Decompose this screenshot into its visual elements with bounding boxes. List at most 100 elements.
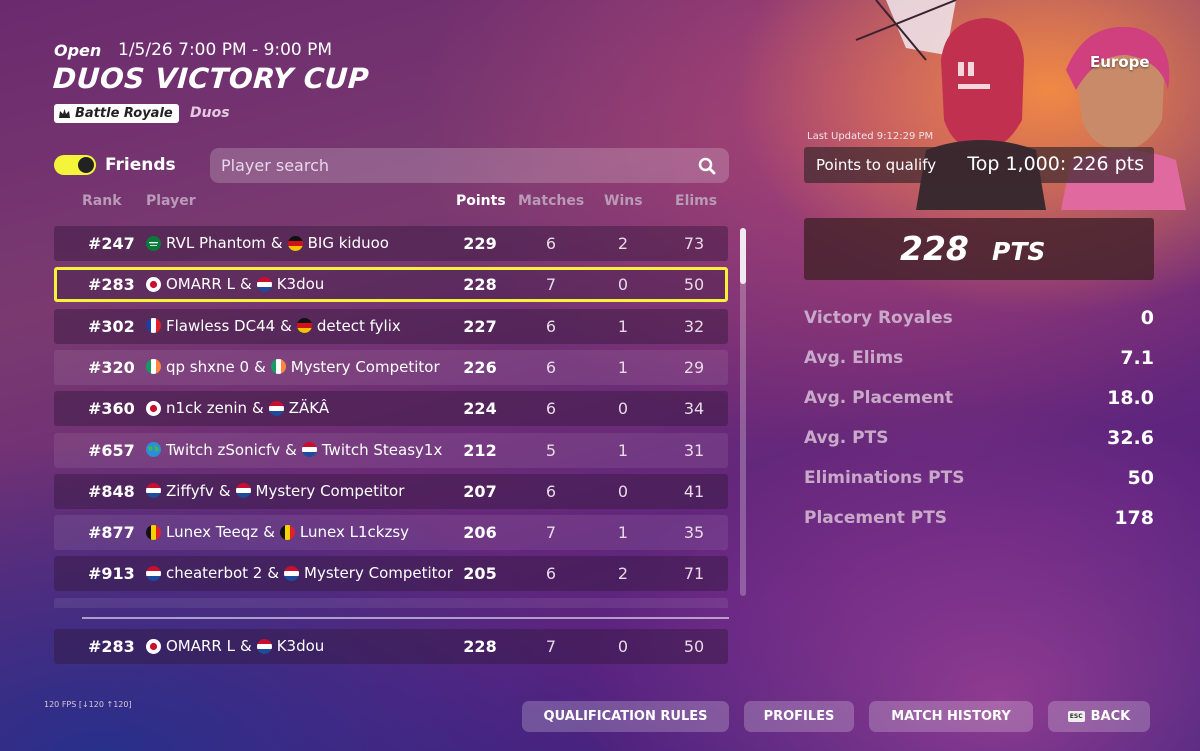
row-points: 205: [463, 564, 497, 584]
row-matches: 6: [545, 357, 557, 377]
profiles-button[interactable]: PROFILES: [744, 701, 854, 732]
flag-nl-icon: [146, 565, 161, 581]
row-wins: 0: [617, 275, 629, 295]
row-rank: #360: [88, 399, 135, 419]
leaderboard-list: #247 RVL Phantom & BIG kiduoo 229 6 2 73…: [54, 226, 729, 608]
flag-jp-icon: [146, 276, 161, 292]
row-players: n1ck zenin & ZÄKÂ: [146, 399, 329, 417]
ampersand: &: [267, 564, 280, 583]
flag-nl-icon: [146, 483, 161, 499]
stat-label: Placement PTS: [804, 508, 948, 528]
flag-sa-icon: [146, 235, 161, 251]
match-history-button[interactable]: MATCH HISTORY: [869, 701, 1033, 732]
player-one: cheaterbot 2: [166, 564, 263, 583]
search-icon[interactable]: [698, 157, 716, 175]
stat-label: Eliminations PTS: [804, 468, 965, 488]
player-two: ZÄKÂ: [288, 399, 330, 418]
flag-ie-icon: [270, 359, 286, 375]
leaderboard-row[interactable]: #302 Flawless DC44 & detect fylix 227 6 …: [54, 308, 728, 344]
row-wins: 1: [617, 523, 629, 543]
leaderboard-row-selected[interactable]: #283 OMARR L & K3dou 228 7 0 50: [54, 267, 728, 303]
leaderboard-row[interactable]: #360 n1ck zenin & ZÄKÂ 224 6 0 34: [54, 391, 728, 427]
row-players: qp shxne 0 & Mystery Competitor: [146, 358, 440, 376]
row-elims: 34: [683, 399, 705, 419]
ampersand: &: [280, 316, 292, 335]
player-two: Lunex L1ckzsy: [299, 523, 410, 542]
row-elims: 32: [683, 316, 705, 336]
row-matches: 7: [545, 523, 557, 543]
column-points: Points: [456, 193, 506, 209]
back-button[interactable]: ESC BACK: [1048, 701, 1150, 732]
leaderboard-row[interactable]: #848 Ziffyfv & Mystery Competitor 207 6 …: [54, 473, 728, 509]
row-elims: 35: [683, 523, 705, 543]
ampersand: &: [285, 440, 297, 459]
my-team-row[interactable]: #283 OMARR L & K3dou 228 7 0 50: [54, 629, 728, 664]
row-players: OMARR L & K3dou: [146, 275, 324, 293]
row-rank: #913: [88, 564, 135, 584]
row-players: OMARR L & K3dou: [146, 637, 324, 655]
row-elims: 50: [683, 637, 705, 656]
row-elims: 31: [683, 440, 705, 460]
toggle-knob: [78, 157, 94, 173]
stat-value: 18.0: [1107, 387, 1154, 409]
qualify-label: Points to qualify: [816, 156, 937, 174]
flag-nl-icon: [256, 276, 272, 292]
row-matches: 5: [545, 440, 557, 460]
stat-value: 0: [1140, 307, 1154, 329]
mode-badge: Battle Royale: [54, 104, 179, 123]
total-points: 228: [900, 229, 969, 268]
stat-value: 50: [1127, 467, 1154, 489]
back-label: BACK: [1090, 709, 1131, 724]
row-points: 212: [463, 440, 497, 460]
player-search-input[interactable]: [210, 148, 680, 183]
row-points: 226: [463, 357, 497, 377]
leaderboard-row[interactable]: #913 cheaterbot 2 & Mystery Competitor 2…: [54, 556, 728, 592]
flag-fr-icon: [146, 318, 161, 334]
row-points: 207: [463, 481, 497, 501]
stat-avg-pts: Avg. PTS 32.6: [804, 427, 1154, 452]
leaderboard-row[interactable]: #657 Twitch zSonicfv & Twitch Steasy1x 2…: [54, 432, 728, 468]
stat-value: 178: [1114, 507, 1154, 529]
player-two: Mystery Competitor: [290, 357, 440, 376]
leaderboard-row[interactable]: #320 qp shxne 0 & Mystery Competitor 226…: [54, 349, 728, 385]
row-wins: 2: [617, 564, 629, 584]
player-one: qp shxne 0: [166, 357, 250, 376]
row-matches: 6: [545, 399, 557, 419]
total-points-unit: PTS: [992, 237, 1046, 266]
flag-de-icon: [287, 235, 303, 251]
stat-label: Avg. Placement: [804, 388, 954, 408]
row-rank: #283: [88, 275, 135, 295]
ampersand: &: [239, 275, 252, 294]
stat-victory-royales: Victory Royales 0: [804, 307, 1154, 332]
row-elims: 29: [683, 357, 705, 377]
row-wins: 0: [617, 637, 629, 656]
row-points: 228: [463, 637, 497, 656]
leaderboard-row[interactable]: #247 RVL Phantom & BIG kiduoo 229 6 2 73: [54, 226, 728, 261]
friends-label: Friends: [105, 155, 176, 175]
row-points: 224: [463, 399, 497, 419]
row-rank: #848: [88, 481, 135, 501]
leaderboard-row-partial[interactable]: [54, 597, 728, 608]
leaderboard-row[interactable]: #877 Lunex Teeqz & Lunex L1ckzsy 206 7 1…: [54, 515, 728, 551]
column-elims: Elims: [675, 193, 718, 209]
player-two: Twitch Steasy1x: [321, 440, 443, 459]
flag-nl-icon: [235, 483, 251, 499]
flag-nl-icon: [284, 565, 300, 581]
event-status: Open: [54, 41, 102, 60]
row-matches: 6: [545, 234, 557, 253]
column-player: Player: [146, 193, 196, 209]
row-players: Lunex Teeqz & Lunex L1ckzsy: [146, 523, 409, 541]
row-rank: #877: [88, 523, 135, 543]
row-wins: 1: [617, 357, 629, 377]
scrollbar-thumb[interactable]: [740, 228, 746, 284]
stat-eliminations-pts: Eliminations PTS 50: [804, 467, 1154, 492]
friends-toggle[interactable]: [54, 155, 96, 175]
event-title: DUOS VICTORY CUP: [51, 62, 371, 95]
qualification-rules-button[interactable]: QUALIFICATION RULES: [522, 701, 729, 732]
player-two: K3dou: [276, 275, 325, 294]
flag-be-icon: [146, 524, 161, 540]
row-wins: 0: [617, 481, 629, 501]
leaderboard-scrollbar[interactable]: [740, 228, 746, 596]
stat-label: Avg. Elims: [804, 348, 904, 368]
region-label: Europe: [1090, 53, 1150, 71]
